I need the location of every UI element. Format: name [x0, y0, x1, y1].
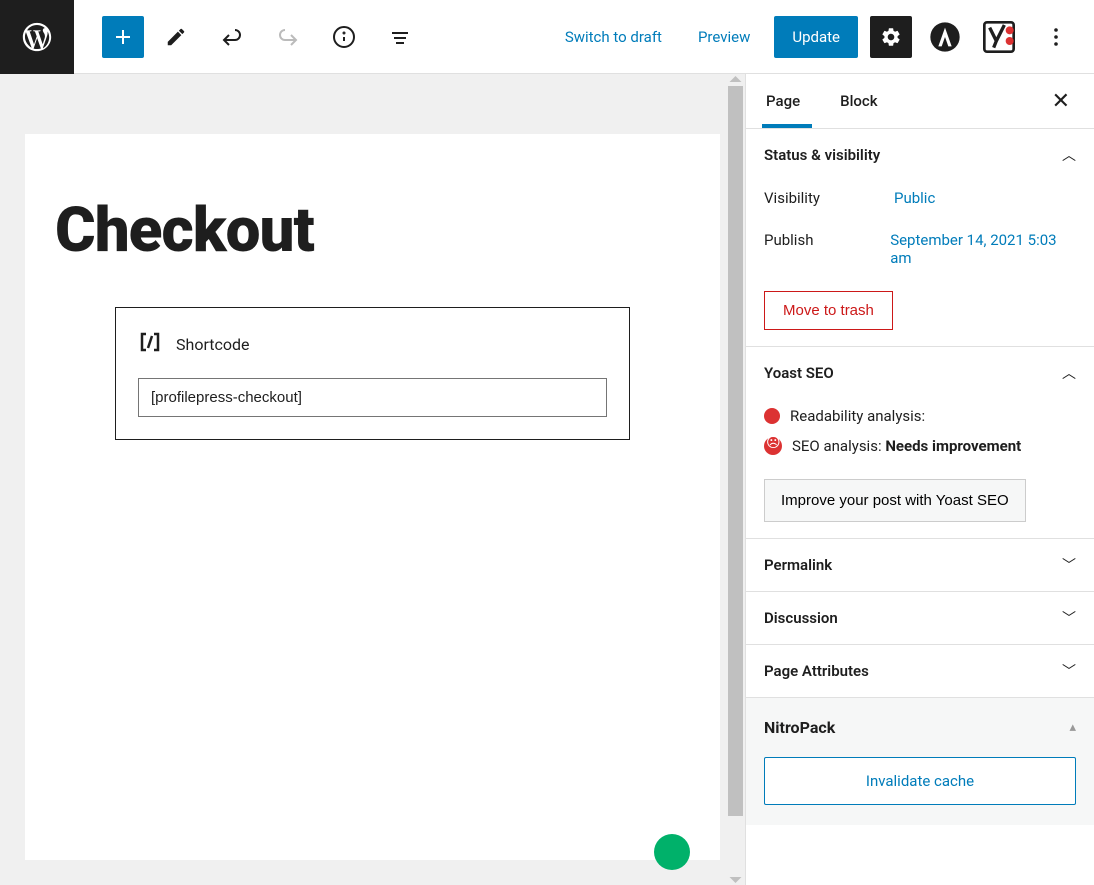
wordpress-logo[interactable] [0, 0, 74, 74]
seo-analysis-row: SEO analysis: Needs improvement [792, 437, 1021, 455]
panel-yoast: Yoast SEO ︿ Readability analysis: SEO an… [746, 347, 1094, 539]
update-button[interactable]: Update [774, 16, 858, 58]
chevron-up-icon: ︿ [1062, 363, 1076, 383]
add-block-button[interactable] [102, 16, 144, 58]
invalidate-cache-button[interactable]: Invalidate cache [764, 757, 1076, 805]
chevron-down-icon: ﹀ [1062, 661, 1076, 681]
shortcode-block[interactable]: Shortcode [115, 307, 630, 440]
readability-label: Readability analysis: [790, 407, 925, 425]
editor-canvas[interactable]: Checkout Shortcode [25, 134, 720, 860]
panel-discussion: Discussion ﹀ [746, 592, 1094, 645]
panel-discussion-header[interactable]: Discussion ﹀ [764, 608, 1076, 628]
chevron-down-icon: ﹀ [1062, 608, 1076, 628]
panel-status-title: Status & visibility [764, 146, 880, 164]
panel-status-visibility: Status & visibility ︿ Visibility Public … [746, 129, 1094, 347]
switch-to-draft-button[interactable]: Switch to draft [553, 20, 674, 54]
publish-value[interactable]: September 14, 2021 5:03 am [890, 231, 1076, 267]
seo-analysis-label: SEO analysis: [792, 437, 885, 455]
panel-permalink-title: Permalink [764, 556, 832, 574]
preview-button[interactable]: Preview [686, 20, 762, 54]
edit-icon[interactable] [152, 13, 200, 61]
publish-label: Publish [764, 231, 890, 267]
readability-indicator-icon [764, 408, 780, 424]
panel-attributes: Page Attributes ﹀ [746, 645, 1094, 698]
editor-area: Checkout Shortcode [0, 74, 745, 885]
panel-nitropack-header[interactable]: NitroPack ▴ [764, 718, 1076, 737]
undo-icon[interactable] [208, 13, 256, 61]
seo-analysis-status: Needs improvement [885, 437, 1021, 455]
info-icon[interactable] [320, 13, 368, 61]
panel-nitropack-title: NitroPack [764, 718, 835, 737]
move-to-trash-button[interactable]: Move to trash [764, 291, 893, 330]
shortcode-icon [138, 330, 162, 358]
improve-yoast-button[interactable]: Improve your post with Yoast SEO [764, 479, 1026, 522]
visibility-value[interactable]: Public [894, 189, 935, 207]
redo-icon[interactable] [264, 13, 312, 61]
settings-button[interactable] [870, 16, 912, 58]
panel-attributes-header[interactable]: Page Attributes ﹀ [764, 661, 1076, 681]
shortcode-label: Shortcode [176, 335, 250, 354]
more-options-icon[interactable] [1032, 13, 1080, 61]
visibility-label: Visibility [764, 189, 894, 207]
chevron-up-icon: ︿ [1062, 145, 1076, 165]
panel-attributes-title: Page Attributes [764, 662, 869, 680]
close-sidebar-icon[interactable]: ✕ [1044, 81, 1078, 122]
panel-status-header[interactable]: Status & visibility ︿ [764, 145, 1076, 165]
tab-block[interactable]: Block [836, 74, 889, 128]
plugin-a-icon[interactable] [924, 16, 966, 58]
panel-nitropack: NitroPack ▴ Invalidate cache [746, 698, 1094, 825]
panel-permalink-header[interactable]: Permalink ﹀ [764, 555, 1076, 575]
panel-yoast-header[interactable]: Yoast SEO ︿ [764, 363, 1076, 383]
panel-permalink: Permalink ﹀ [746, 539, 1094, 592]
shortcode-input[interactable] [138, 378, 607, 417]
page-title[interactable]: Checkout [55, 194, 690, 267]
chevron-down-icon: ﹀ [1062, 555, 1076, 575]
yoast-icon[interactable] [978, 16, 1020, 58]
editor-scrollbar[interactable] [728, 74, 745, 885]
tab-page[interactable]: Page [762, 74, 812, 128]
floating-badge[interactable] [654, 834, 690, 870]
collapse-up-icon: ▴ [1069, 720, 1076, 735]
panel-discussion-title: Discussion [764, 609, 838, 627]
top-toolbar: Switch to draft Preview Update [0, 0, 1094, 74]
panel-yoast-title: Yoast SEO [764, 364, 834, 382]
list-view-icon[interactable] [376, 13, 424, 61]
seo-indicator-icon [764, 437, 782, 455]
settings-sidebar: Page Block ✕ Status & visibility ︿ Visib… [745, 74, 1094, 885]
